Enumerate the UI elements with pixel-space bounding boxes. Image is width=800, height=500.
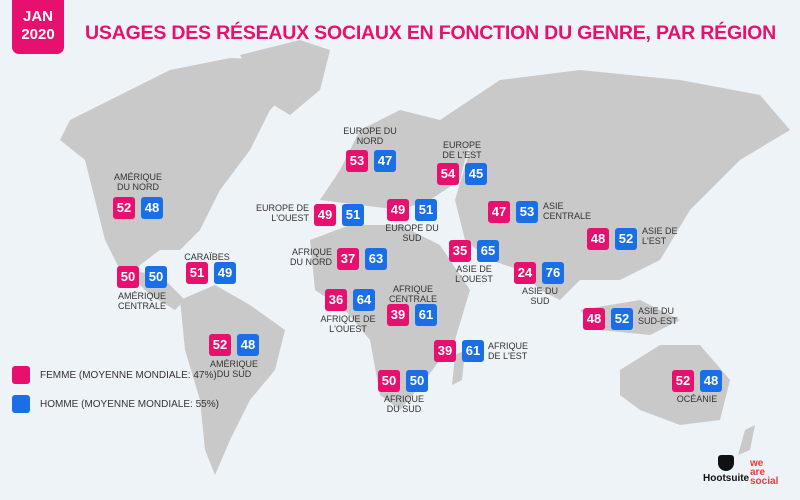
femme-value: 48: [583, 308, 605, 330]
femme-value: 37: [337, 248, 359, 270]
legend-swatch-femme: [12, 366, 30, 384]
region-label: EUROPE DE L'OUEST: [255, 203, 309, 223]
homme-value: 52: [615, 228, 637, 250]
homme-value: 65: [477, 240, 499, 262]
homme-value: 51: [342, 204, 364, 226]
hootsuite-logo-text: Hootsuite: [703, 473, 750, 484]
legend-swatch-homme: [12, 395, 30, 413]
region-label: AMÉRIQUE DU SUD: [209, 359, 259, 379]
owl-icon: [718, 455, 735, 471]
femme-value: 52: [209, 334, 231, 356]
region-label: AFRIQUE DU NORD: [290, 247, 332, 267]
we-are-social-logo: we are social: [750, 458, 779, 487]
region-label: ASIE CENTRALE: [543, 201, 592, 221]
homme-value: 49: [214, 262, 236, 284]
femme-value: 52: [672, 370, 694, 392]
region-label: ASIE DE L'OUEST: [455, 264, 493, 284]
new-zealand: [738, 425, 755, 455]
femme-value: 51: [186, 262, 208, 284]
femme-value: 50: [117, 266, 139, 288]
legend-femme: FEMME (MOYENNE MONDIALE: 47%): [12, 366, 217, 384]
homme-value: 64: [353, 289, 375, 311]
world-map: [60, 40, 790, 475]
femme-value: 39: [387, 304, 409, 326]
femme-value: 50: [378, 370, 400, 392]
page-title: USAGES DES RÉSEAUX SOCIAUX EN FONCTION D…: [85, 22, 777, 44]
femme-value: 49: [387, 199, 409, 221]
femme-value: 48: [587, 228, 609, 250]
region-label: AFRIQUE DE L'OUEST: [320, 314, 376, 334]
legend-homme: HOMME (MOYENNE MONDIALE: 55%): [12, 395, 219, 413]
region-label: OCÉANIE: [676, 394, 718, 404]
homme-value: 53: [516, 201, 538, 223]
region-label: AMÉRIQUE CENTRALE: [117, 291, 167, 311]
femme-value: 24: [514, 262, 536, 284]
homme-value: 47: [374, 150, 396, 172]
homme-value: 50: [145, 266, 167, 288]
femme-value: 52: [113, 197, 135, 219]
femme-value: 35: [449, 240, 471, 262]
femme-value: 54: [437, 163, 459, 185]
homme-value: 51: [415, 199, 437, 221]
date-badge: JAN 2020: [12, 0, 64, 54]
homme-value: 48: [700, 370, 722, 392]
femme-value: 53: [346, 150, 368, 172]
femme-value: 47: [488, 201, 510, 223]
region-label: EUROPE DU NORD: [343, 126, 397, 146]
region-label: ASIE DU SUD: [521, 286, 559, 306]
region-label: EUROPE DE L'EST: [442, 140, 482, 160]
legend-label-homme: HOMME (MOYENNE MONDIALE: 55%): [40, 398, 219, 410]
homme-value: 61: [415, 304, 437, 326]
homme-value: 52: [611, 308, 633, 330]
homme-value: 45: [465, 163, 487, 185]
femme-value: 49: [314, 204, 336, 226]
region-label: AFRIQUE CENTRALE: [388, 284, 438, 304]
homme-value: 61: [462, 340, 484, 362]
region-label: CARAÏBES: [184, 252, 230, 262]
region-label: AFRIQUE DE L'EST: [488, 341, 529, 361]
region-label: ASIE DU SUD-EST: [638, 306, 678, 326]
femme-value: 36: [325, 289, 347, 311]
region-label: EUROPE DU SUD: [385, 223, 439, 243]
region-label: ASIE DE L'EST: [642, 226, 678, 246]
hootsuite-logo: Hootsuite: [703, 455, 749, 484]
femme-value: 39: [434, 340, 456, 362]
region-label: AMÉRIQUE DU NORD: [113, 172, 163, 192]
homme-value: 48: [237, 334, 259, 356]
legend-label-femme: FEMME (MOYENNE MONDIALE: 47%): [40, 369, 217, 381]
homme-value: 76: [542, 262, 564, 284]
homme-value: 50: [406, 370, 428, 392]
homme-value: 63: [365, 248, 387, 270]
homme-value: 48: [141, 197, 163, 219]
region-label: AFRIQUE DU SUD: [383, 394, 425, 414]
